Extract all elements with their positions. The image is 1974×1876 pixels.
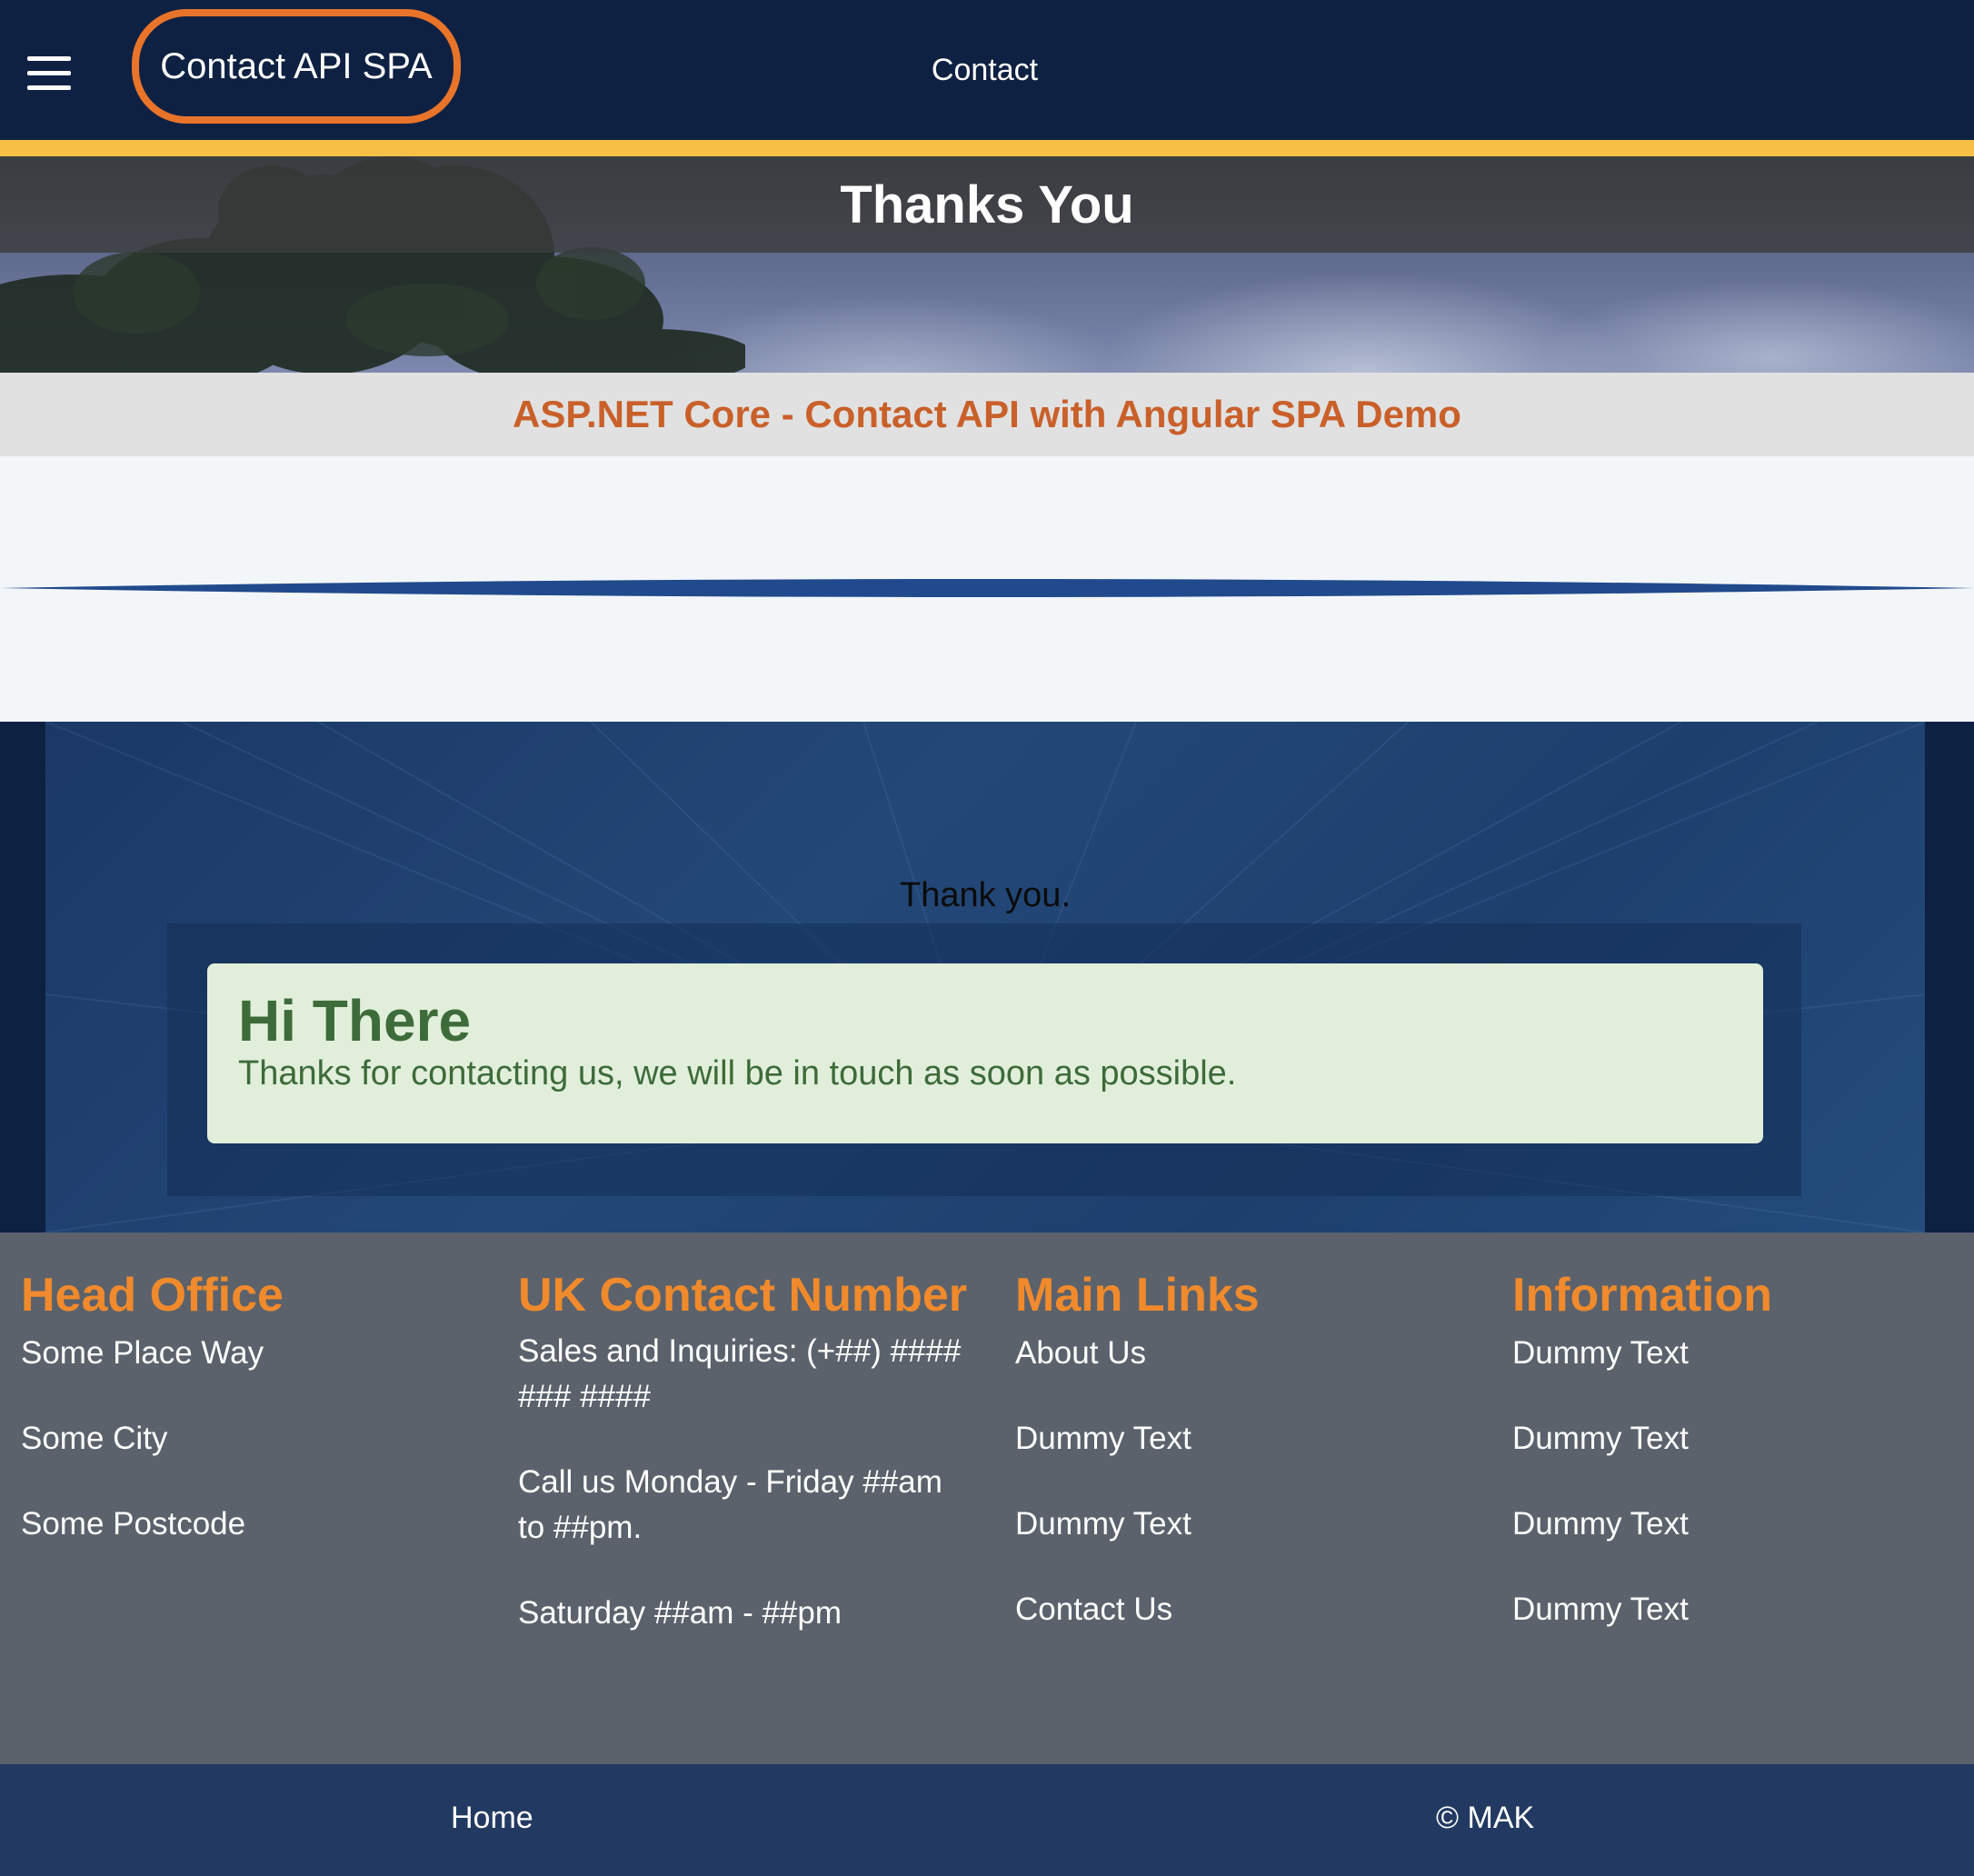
message-panel: Hi There Thanks for contacting us, we wi… (167, 923, 1801, 1196)
thank-you-text: Thank you. (900, 876, 1071, 914)
footer-column-information: Information Dummy Text Dummy Text Dummy … (1512, 1269, 1974, 1672)
footer-item: Some Place Way (21, 1335, 264, 1371)
app-subtitle: ASP.NET Core - Contact API with Angular … (513, 393, 1461, 435)
footer-link-dummy[interactable]: Dummy Text (1512, 1416, 1974, 1462)
footer-link-dummy[interactable]: Dummy Text (1512, 1587, 1974, 1632)
footer-heading: Main Links (1015, 1269, 1260, 1322)
footer-link-dummy[interactable]: Dummy Text (1015, 1502, 1488, 1547)
footer-column-uk-contact: UK Contact Number Sales and Inquiries: (… (518, 1269, 972, 1676)
footer-heading: Head Office (21, 1269, 284, 1322)
footer-item: Saturday ##am - ##pm (518, 1595, 842, 1631)
bottom-link-home[interactable]: Home (451, 1801, 533, 1836)
nav-underline (0, 140, 1974, 156)
footer-link-dummy[interactable]: Dummy Text (1512, 1502, 1974, 1547)
footer-column-main-links: Main Links About Us Dummy Text Dummy Tex… (1015, 1269, 1488, 1672)
footer-item: Call us Monday - Friday ##am to ##pm. (518, 1464, 942, 1545)
alert-message: Thanks for contacting us, we will be in … (238, 1054, 1237, 1093)
footer: Head Office Some Place Way Some City Som… (0, 1232, 1974, 1764)
content-section: Thank you. Hi There Thanks for contactin… (0, 722, 1974, 1232)
copyright-text: © MAK (1436, 1801, 1535, 1835)
brand-link[interactable]: Contact API SPA (132, 9, 461, 124)
page-title: Thanks You (840, 175, 1134, 234)
hero-title-band: Thanks You (0, 156, 1974, 253)
footer-heading: Information (1512, 1269, 1772, 1322)
footer-link-about-us[interactable]: About Us (1015, 1331, 1488, 1376)
footer-heading: UK Contact Number (518, 1269, 968, 1322)
footer-item: Sales and Inquiries: (+##) #### ### #### (518, 1333, 962, 1414)
footer-link-contact-us[interactable]: Contact Us (1015, 1587, 1488, 1632)
nav-link-contact[interactable]: Contact (872, 47, 1097, 93)
divider-area (0, 456, 1974, 722)
footer-item: Some City (21, 1421, 168, 1456)
footer-column-head-office: Head Office Some Place Way Some City Som… (21, 1269, 494, 1587)
decorative-divider (0, 579, 1974, 597)
hamburger-menu-icon[interactable] (27, 55, 71, 93)
navbar: Contact API SPA Contact (0, 0, 1974, 140)
footer-link-dummy[interactable]: Dummy Text (1015, 1416, 1488, 1462)
content-inner: Thank you. Hi There Thanks for contactin… (45, 722, 1925, 1232)
alert-title: Hi There (238, 988, 472, 1053)
hamburger-line (27, 56, 71, 61)
footer-item: Some Postcode (21, 1506, 246, 1542)
hamburger-line (27, 71, 71, 75)
hero-banner: Thanks You (0, 156, 1974, 373)
subtitle-band: ASP.NET Core - Contact API with Angular … (0, 373, 1974, 456)
footer-link-dummy[interactable]: Dummy Text (1512, 1331, 1974, 1376)
success-alert: Hi There Thanks for contacting us, we wi… (207, 963, 1763, 1143)
hamburger-line (27, 85, 71, 90)
bottom-bar: Home © MAK (0, 1764, 1974, 1876)
